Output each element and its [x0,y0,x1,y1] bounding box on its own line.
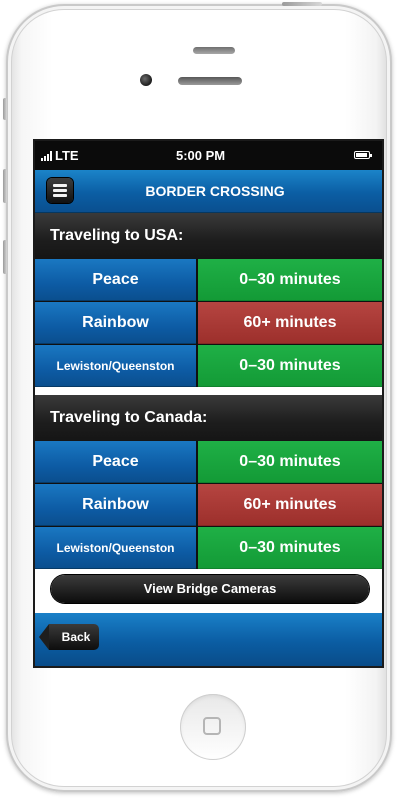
table-row[interactable]: Peace 0–30 minutes [35,441,382,483]
wait-time: 0–30 minutes [198,441,382,483]
bridge-name: Peace [35,441,196,483]
silent-switch [3,98,7,120]
table-row[interactable]: Rainbow 60+ minutes [35,302,382,344]
hamburger-menu-icon[interactable] [47,178,73,203]
wait-time: 60+ minutes [198,484,382,526]
wait-time: 0–30 minutes [198,527,382,569]
status-time: 5:00 PM [176,148,226,163]
phone-speaker [193,47,235,54]
back-button[interactable]: Back [39,624,99,650]
wait-time: 0–30 minutes [198,345,382,387]
carrier-label: LTE [55,148,79,163]
section-header-canada: Traveling to Canada: [35,395,382,441]
earpiece [178,77,242,85]
table-row[interactable]: Peace 0–30 minutes [35,259,382,301]
page-title: BORDER CROSSING [145,183,285,199]
table-row[interactable]: Lewiston/Queenston 0–30 minutes [35,527,382,569]
status-bar: LTE 5:00 PM [35,141,382,170]
home-square-icon [203,717,221,735]
volume-up-button [3,169,7,203]
nav-bar: BORDER CROSSING [35,170,382,213]
section-title: Traveling to Canada: [50,409,208,426]
bridge-name: Rainbow [35,484,196,526]
front-camera-icon [140,74,152,86]
bridge-name: Peace [35,259,196,301]
home-button[interactable] [180,694,246,760]
wait-time: 60+ minutes [198,302,382,344]
app-screen: LTE 5:00 PM BORDER CROSSING Traveling to… [35,141,382,666]
table-row[interactable]: Rainbow 60+ minutes [35,484,382,526]
bridge-name: Lewiston/Queenston [35,527,196,569]
battery-icon [354,151,372,159]
wait-time: 0–30 minutes [198,259,382,301]
bridge-name: Rainbow [35,302,196,344]
view-bridge-cameras-button[interactable]: View Bridge Cameras [51,575,369,603]
section-header-usa: Traveling to USA: [35,213,382,259]
bottom-toolbar: Back [35,613,382,666]
divider [35,387,382,395]
table-row[interactable]: Lewiston/Queenston 0–30 minutes [35,345,382,387]
bridge-name: Lewiston/Queenston [35,345,196,387]
section-title: Traveling to USA: [50,227,184,244]
power-button [282,2,322,6]
volume-down-button [3,240,7,274]
